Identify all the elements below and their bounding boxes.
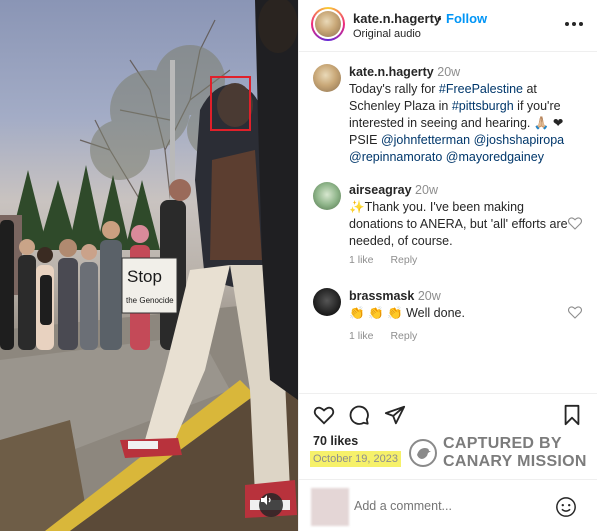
caption-text: kate.n.hagerty 20w Today's rally for #Fr… — [349, 64, 569, 166]
comment-meta: 1 like Reply — [349, 330, 431, 342]
comment-timestamp: 20w — [415, 183, 438, 197]
add-comment-bar — [299, 479, 597, 531]
watermark-line-2: CANARY MISSION — [443, 453, 587, 470]
caption-tag-link[interactable]: @repinnamorato — [349, 150, 442, 164]
heart-icon[interactable] — [568, 306, 582, 319]
comment-text: airseagray 20w ✨Thank you. I've been mak… — [349, 182, 569, 250]
comment-username[interactable]: airseagray — [349, 183, 412, 197]
caption-timestamp: 20w — [437, 65, 461, 79]
post-details-panel: kate.n.hagerty • Follow Original audio k… — [298, 0, 597, 531]
comment-like-count[interactable]: 1 like — [349, 330, 374, 342]
actions-divider — [299, 393, 597, 394]
current-user-avatar — [311, 488, 349, 526]
reply-button[interactable]: Reply — [390, 254, 417, 266]
heart-icon[interactable] — [313, 404, 335, 426]
like-count[interactable]: 70 likes — [313, 434, 358, 448]
send-icon[interactable] — [384, 404, 406, 426]
comment-item: airseagray 20w ✨Thank you. I've been mak… — [299, 182, 597, 272]
smiley-icon[interactable] — [555, 496, 577, 518]
comment-meta: 1 like Reply — [349, 254, 431, 266]
caption-author-avatar[interactable] — [313, 64, 341, 92]
post-photo[interactable]: Stop the Genocide — [0, 0, 298, 531]
watermark-line-1: CAPTURED BY — [443, 435, 562, 452]
comment-text: brassmask 20w 👏 👏 👏 Well done. — [349, 288, 569, 322]
bookmark-icon[interactable] — [561, 404, 583, 426]
commenter-avatar[interactable] — [313, 182, 341, 210]
watermark: CAPTURED BY CANARY MISSION — [409, 434, 594, 472]
comment-username[interactable]: brassmask — [349, 289, 414, 303]
caption-tag-link[interactable]: #pittsburgh — [452, 99, 514, 113]
protest-sign-text-1: Stop — [127, 267, 162, 286]
comment-body: ✨Thank you. I've been making donations t… — [349, 200, 568, 248]
more-horizontal-icon[interactable] — [563, 14, 585, 34]
action-bar — [299, 400, 597, 430]
header-separator: • — [437, 11, 442, 26]
caption-tag-link[interactable]: @mayoredgainey — [446, 150, 544, 164]
caption-tag-link[interactable]: @joshshapiropa — [474, 133, 565, 147]
canary-mission-logo-icon — [409, 439, 437, 467]
protest-sign-text-2: the Genocide — [126, 296, 174, 305]
comment-icon[interactable] — [348, 404, 370, 426]
speaker-icon[interactable] — [259, 493, 283, 517]
author-username[interactable]: kate.n.hagerty — [353, 11, 441, 26]
comment-input[interactable] — [354, 499, 534, 513]
post-caption: kate.n.hagerty 20w Today's rally for #Fr… — [299, 62, 597, 172]
rally-scene-illustration: Stop the Genocide — [0, 0, 298, 531]
caption-text-segment: Today's rally for — [349, 82, 439, 96]
heart-icon[interactable] — [568, 217, 582, 230]
caption-username[interactable]: kate.n.hagerty — [349, 65, 434, 79]
caption-tag-link[interactable]: @johnfetterman — [381, 133, 470, 147]
post-date: October 19, 2023 — [310, 451, 402, 467]
follow-button[interactable]: Follow — [446, 11, 487, 26]
audio-label[interactable]: Original audio — [353, 28, 421, 40]
comment-body: 👏 👏 👏 Well done. — [349, 306, 465, 320]
post-header: kate.n.hagerty • Follow Original audio — [299, 0, 597, 52]
commenter-avatar[interactable] — [313, 288, 341, 316]
author-avatar[interactable] — [311, 7, 345, 41]
caption-body: Today's rally for #FreePalestine at Sche… — [349, 82, 564, 164]
comment-timestamp: 20w — [417, 289, 441, 303]
comment-like-count[interactable]: 1 like — [349, 254, 374, 266]
caption-tag-link[interactable]: #FreePalestine — [439, 82, 523, 96]
comment-item: brassmask 20w 👏 👏 👏 Well done. 1 like Re… — [299, 288, 597, 348]
reply-button[interactable]: Reply — [390, 330, 417, 342]
